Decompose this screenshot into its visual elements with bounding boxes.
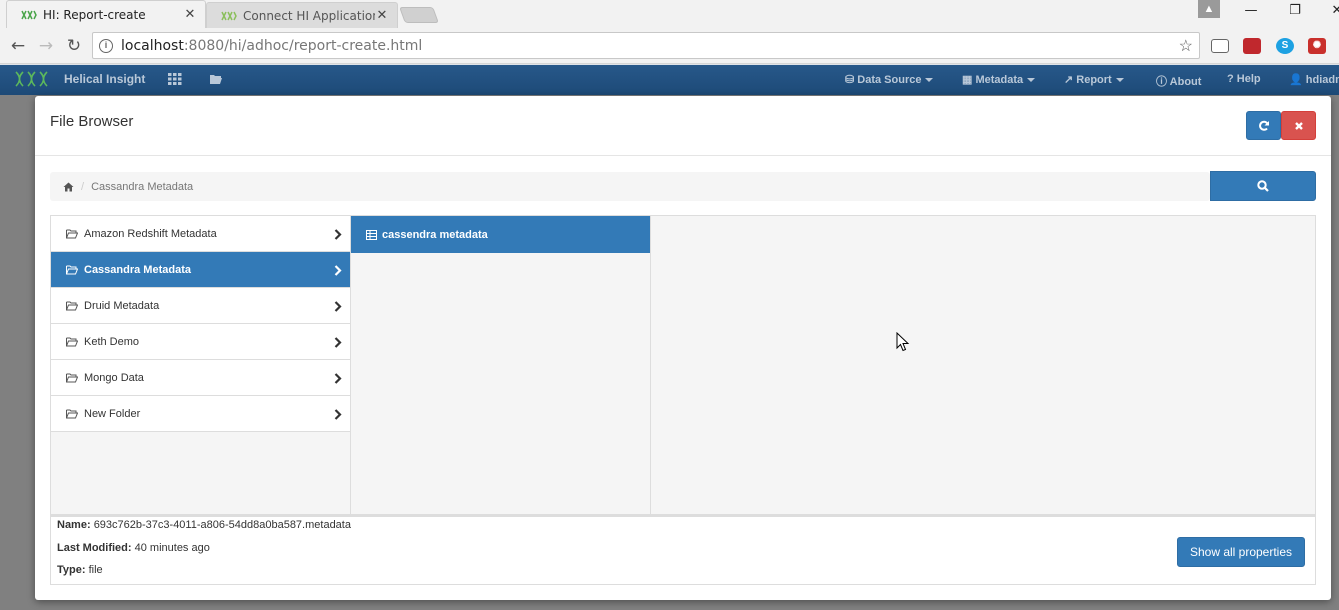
folder-label: New Folder [84,407,141,420]
nav-data-source[interactable]: ⛁ Data Source [845,73,934,86]
restore-icon[interactable]: ❐ [1280,3,1310,21]
modal-title: File Browser [50,113,134,130]
new-tab-button[interactable] [399,7,439,23]
browser-tab-inactive[interactable]: Connect HI Application w ✕ [206,2,398,28]
table-icon [366,229,377,240]
refresh-icon [1258,120,1269,131]
helical-favicon-icon [221,11,237,20]
file-column: cassendra metadata [351,216,651,514]
file-details: Name: 693c762b-37c3-4011-a806-54dd8a0ba5… [50,515,1316,585]
reload-icon[interactable]: ↻ [64,36,84,56]
close-button[interactable] [1281,111,1316,140]
home-icon[interactable] [63,182,74,192]
chevron-right-icon[interactable] [334,229,342,240]
chevron-right-icon[interactable] [334,301,342,312]
brand[interactable]: Helical Insight [14,70,145,88]
folder-open-icon[interactable] [209,73,223,85]
detail-last-modified: Last Modified: 40 minutes ago [57,542,210,554]
url-text: localhost:8080/hi/adhoc/report-create.ht… [121,37,423,54]
nav-help[interactable]: ? Help [1227,73,1261,85]
folder-label: Keth Demo [84,335,140,348]
nav-metadata[interactable]: ▦ Metadata [962,73,1036,86]
profile-icon[interactable]: ▲ [1198,0,1220,18]
address-bar[interactable]: i localhost:8080/hi/adhoc/report-create.… [92,32,1200,59]
helical-favicon-icon [21,10,37,19]
bookmark-extension-icon[interactable] [1243,38,1261,54]
folder-item[interactable]: Cassandra Metadata [51,252,350,288]
app-navbar: Helical Insight ⛁ Data Source ▦ Metadata… [0,65,1339,95]
browser-toolbar: ← → ↻ i localhost:8080/hi/adhoc/report-c… [0,28,1339,64]
folder-label: Druid Metadata [84,299,160,312]
chevron-right-icon[interactable] [334,373,342,384]
tab-title: Connect HI Application w [243,8,375,23]
folder-label: Amazon Redshift Metadata [84,227,217,240]
close-icon [1294,121,1303,130]
close-tab-icon[interactable]: ✕ [183,7,197,22]
search-icon [1257,180,1269,192]
browser-tab-active[interactable]: HI: Report-create ✕ [6,0,206,28]
brand-name: Helical Insight [64,72,146,86]
modal-header: File Browser [35,96,1331,156]
nav-about[interactable]: ⓘ About [1156,73,1201,89]
chevron-right-icon[interactable] [334,409,342,420]
search-button[interactable] [1210,171,1316,201]
refresh-button[interactable] [1246,111,1281,140]
mouse-cursor-icon [896,332,910,352]
browser-tab-bar: HI: Report-create ✕ Connect HI Applicati… [0,0,1339,28]
cast-icon[interactable] [1211,39,1229,53]
back-icon[interactable]: ← [8,36,28,56]
folder-item[interactable]: New Folder [51,396,350,432]
folder-item[interactable]: Mongo Data [51,360,350,396]
breadcrumb-separator: / [81,180,85,193]
folder-column: Amazon Redshift Metadata Cassandra Metada… [51,216,351,514]
skype-icon[interactable]: S [1276,38,1294,54]
folder-open-icon [66,373,78,382]
detail-name: Name: 693c762b-37c3-4011-a806-54dd8a0ba5… [57,519,351,531]
file-label: cassendra metadata [382,228,488,241]
file-browser-modal: File Browser / Cassandra Metadata Amazon… [35,96,1331,600]
folder-open-icon [66,409,78,418]
extension-icon[interactable]: ✺ [1308,38,1326,54]
chevron-right-icon[interactable] [334,337,342,348]
folder-item[interactable]: Druid Metadata [51,288,350,324]
close-window-icon[interactable]: ✕ [1322,3,1339,21]
grid-icon[interactable] [168,73,182,85]
tab-title: HI: Report-create [43,7,146,22]
folder-item[interactable]: Amazon Redshift Metadata [51,216,350,252]
file-item[interactable]: cassendra metadata [351,216,650,253]
preview-column [651,216,1315,514]
file-browser-panel: Amazon Redshift Metadata Cassandra Metada… [50,215,1316,515]
folder-open-icon [66,265,78,274]
breadcrumb: / Cassandra Metadata [50,172,1210,201]
detail-type: Type: file [57,564,103,576]
close-tab-icon[interactable]: ✕ [375,8,389,23]
forward-icon[interactable]: → [36,36,56,56]
folder-open-icon [66,337,78,346]
folder-item[interactable]: Keth Demo [51,324,350,360]
minimize-icon[interactable]: — [1236,3,1266,21]
folder-label: Cassandra Metadata [84,263,191,276]
folder-open-icon [66,229,78,238]
show-all-properties-button[interactable]: Show all properties [1177,537,1305,567]
folder-open-icon [66,301,78,310]
bookmark-star-icon[interactable]: ☆ [1179,36,1193,56]
folder-label: Mongo Data [84,371,144,384]
helical-logo-icon [15,71,48,87]
breadcrumb-current[interactable]: Cassandra Metadata [91,181,193,193]
info-icon[interactable]: i [99,38,113,53]
chevron-right-icon[interactable] [334,265,342,276]
nav-user[interactable]: 👤 hdiadm [1289,73,1339,86]
nav-report[interactable]: ↗ Report [1064,73,1124,86]
